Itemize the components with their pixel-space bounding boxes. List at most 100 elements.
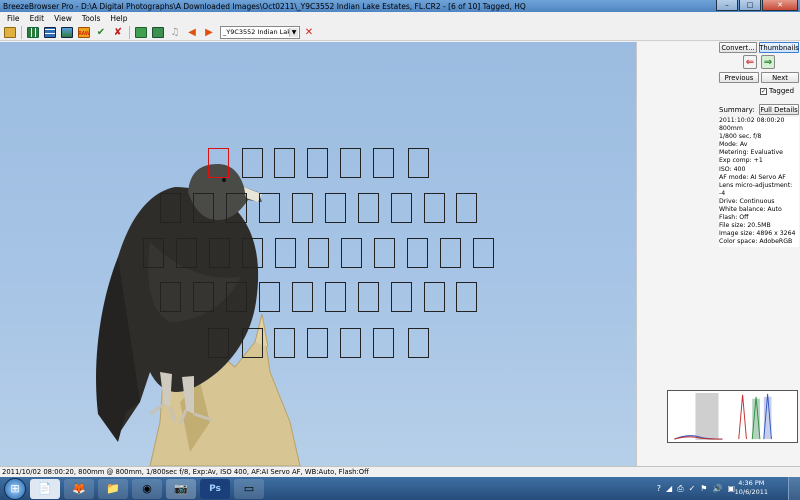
maximize-button[interactable]: □ [739,0,761,11]
checkbox-check-icon: ✓ [760,87,767,95]
menu-file[interactable]: File [2,14,25,23]
af-point [259,193,280,223]
music-icon[interactable]: ♫ [167,25,183,40]
convert-button[interactable]: Convert... [719,42,757,53]
close-button[interactable]: ✕ [762,0,798,11]
summary-label: Summary: [719,106,755,114]
af-point [226,282,247,312]
next-button[interactable]: Next [761,72,799,83]
full-details-button[interactable]: Full Details [759,104,799,115]
firefox-icon[interactable]: 🦊 [64,478,94,499]
af-point [456,193,477,223]
menu-view[interactable]: View [49,14,77,23]
af-point [373,328,394,358]
exif-line: Lens micro-adjustment: -4 [719,181,793,197]
explorer-icon[interactable]: 📁 [98,478,128,499]
af-point [242,328,263,358]
help-icon[interactable]: ? [657,484,661,493]
af-point [208,328,229,358]
start-button[interactable]: ⊞ [4,477,26,500]
untag-icon[interactable]: ✘ [110,25,126,40]
network-icon[interactable]: ◢ [666,484,672,493]
check-icon[interactable]: ✔ [93,25,109,40]
af-point [308,238,329,268]
next-image-icon[interactable]: ⇒ [761,55,775,69]
next-arrow-icon[interactable]: ▶ [201,25,217,40]
exif-line: Drive: Continuous [719,197,775,205]
menu-edit[interactable]: Edit [25,14,50,23]
clock[interactable]: 4:36 PM 10/6/2011 [735,479,768,497]
af-point [358,282,379,312]
previous-button[interactable]: Previous [719,72,759,83]
exif-line: Color space: AdobeRGB [719,238,793,246]
clock-date: 10/6/2011 [734,488,768,496]
image-view-icon[interactable] [59,25,75,40]
status-text: 2011/10/02 08:00:20, 800mm @ 800mm, 1/80… [2,468,369,476]
af-point [143,238,164,268]
folder-icon[interactable] [150,25,166,40]
af-point [391,193,412,223]
af-point [242,148,263,178]
af-point [226,193,247,223]
printer-icon[interactable]: ⎙ [677,484,683,494]
exif-line: 800mm [719,125,743,133]
af-point [408,148,429,178]
af-point [408,328,429,358]
af-point [307,328,328,358]
af-point [473,238,494,268]
grid-icon[interactable] [42,25,58,40]
af-point [407,238,428,268]
af-point [307,148,328,178]
open-folder-icon[interactable] [2,25,18,40]
af-point [209,238,230,268]
toolbar-divider [129,25,130,39]
flag-icon[interactable]: ⚑ [700,484,707,493]
exif-summary: 2011:10:02 08:00:20 800mm 1/800 sec, f/8 Mo… [719,117,799,247]
af-point [424,282,445,312]
previous-arrow-icon[interactable]: ◀ [184,25,200,40]
histogram [667,390,798,443]
af-point [176,238,197,268]
thumbnails-button[interactable]: Thumbnails [759,42,799,53]
af-point [456,282,477,312]
security-icon[interactable]: ✓ [689,484,696,493]
clock-time: 4:36 PM [738,479,765,487]
af-point [391,282,412,312]
window-app-icon[interactable]: ▭ [234,478,264,499]
menu-tools[interactable]: Tools [77,14,105,23]
photoshop-icon[interactable]: Ps [200,478,230,499]
folder-up-icon[interactable] [133,25,149,40]
af-point [325,282,346,312]
minimize-button[interactable]: – [716,0,738,11]
af-point [275,238,296,268]
window-title: BreezeBrowser Pro - D:\A Digital Photogr… [3,1,526,11]
camera-app-icon[interactable]: 📷 [166,478,196,499]
af-point [274,148,295,178]
exif-line: Image size: 4896 x 3264 [719,230,796,238]
image-viewer[interactable] [0,42,636,466]
exif-line: File size: 20.5MB [719,222,771,230]
chrome-icon[interactable]: ◉ [132,478,162,499]
af-point [358,193,379,223]
af-point [259,282,280,312]
volume-icon[interactable]: 🔊 [712,484,722,493]
af-point [341,238,362,268]
exif-line: 1/800 sec, f/8 [719,133,762,141]
title-bar: BreezeBrowser Pro - D:\A Digital Photogr… [0,0,800,12]
af-point [193,193,214,223]
show-desktop-button[interactable] [788,477,800,500]
raw-icon[interactable]: RAW [76,25,92,40]
af-point-active [208,148,229,178]
tagged-checkbox[interactable]: ✓ Tagged [760,87,794,95]
notepad-icon[interactable]: 📄 [30,478,60,499]
thumbnail-grid-icon[interactable] [25,25,41,40]
window-controls: – □ ✕ [716,0,798,11]
previous-image-icon[interactable]: ⇐ [743,55,757,69]
menu-help[interactable]: Help [105,14,132,23]
file-select[interactable]: _Y9C3552 Indian Lake ▼ [220,25,300,39]
exif-line: ISO: 400 [719,165,746,173]
exif-line: Exp comp: +1 [719,157,763,165]
chevron-down-icon[interactable]: ▼ [289,27,298,37]
af-point [440,238,461,268]
delete-icon[interactable]: ✕ [301,25,317,40]
